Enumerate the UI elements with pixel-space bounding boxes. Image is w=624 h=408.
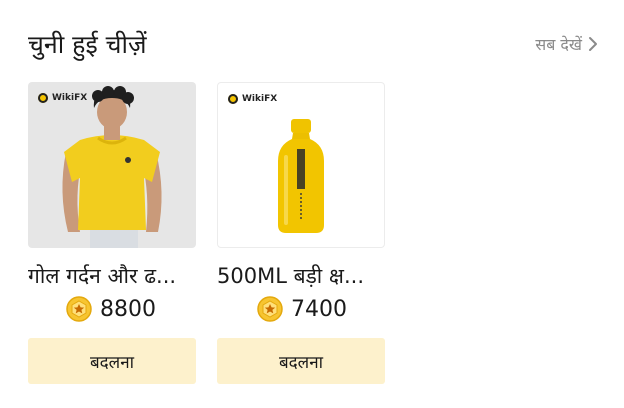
product-card[interactable]: WikiFX 500ML बड़ी क्ष... 7400 बदलना <box>217 82 387 384</box>
redeem-button[interactable]: बदलना <box>28 338 196 384</box>
product-name[interactable]: 500ML बड़ी क्ष... <box>217 262 397 290</box>
chevron-right-icon <box>589 37 597 51</box>
redeem-button[interactable]: बदलना <box>217 338 385 384</box>
section-header: चुनी हुई चीज़ें सब देखें <box>28 26 598 62</box>
brand-badge: WikiFX <box>228 94 277 104</box>
product-card[interactable]: WikiFX गोल गर्दन और ढ... 8800 बदलना <box>28 82 198 384</box>
product-image[interactable]: WikiFX <box>217 82 385 248</box>
section-title: चुनी हुई चीज़ें <box>28 30 147 59</box>
wikifx-logo-icon <box>228 94 238 104</box>
price-row: 8800 <box>28 296 198 322</box>
brand-label: WikiFX <box>242 94 278 104</box>
product-price: 7400 <box>291 296 347 322</box>
water-bottle-illustration <box>278 119 324 233</box>
wikifx-logo-icon <box>38 93 48 103</box>
tshirt-model-illustration <box>62 86 162 248</box>
coin-icon <box>257 296 283 322</box>
product-image[interactable]: WikiFX <box>28 82 196 248</box>
product-price: 8800 <box>100 296 156 322</box>
see-all-link[interactable]: सब देखें <box>535 33 598 55</box>
brand-label: WikiFX <box>52 93 88 103</box>
price-row: 7400 <box>217 296 387 322</box>
brand-badge: WikiFX <box>38 93 87 103</box>
product-name[interactable]: गोल गर्दन और ढ... <box>28 262 208 290</box>
coin-icon <box>66 296 92 322</box>
see-all-label: सब देखें <box>535 35 582 54</box>
